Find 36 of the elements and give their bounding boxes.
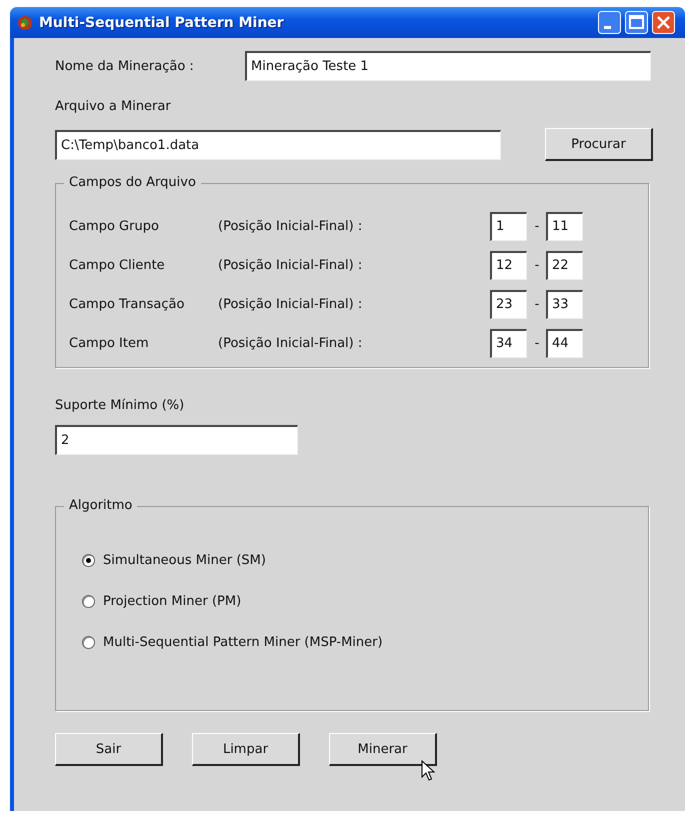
- field-name: Campo Grupo: [69, 219, 160, 234]
- range-separator: -: [534, 258, 540, 273]
- field-name: Campo Item: [69, 336, 150, 351]
- start-position-field[interactable]: 23: [490, 290, 527, 319]
- range-separator: -: [534, 219, 540, 234]
- position-label: (Posição Inicial-Final) :: [218, 219, 364, 234]
- radio-label[interactable]: Projection Miner (PM): [103, 594, 242, 609]
- radio-label[interactable]: Simultaneous Miner (SM): [103, 553, 266, 568]
- start-position-field[interactable]: 1: [490, 212, 527, 241]
- browse-button[interactable]: Procurar: [545, 128, 653, 161]
- start-position-field[interactable]: 34: [490, 329, 527, 358]
- group-title: Algoritmo: [64, 498, 138, 513]
- range-separator: -: [534, 297, 540, 312]
- support-label: Suporte Mínimo (%): [55, 398, 186, 413]
- name-field[interactable]: Mineração Teste 1: [245, 51, 651, 81]
- end-position-field[interactable]: 33: [546, 290, 583, 319]
- action-button[interactable]: Sair: [55, 733, 163, 766]
- radio-label[interactable]: Multi-Sequential Pattern Miner (MSP-Miner): [103, 635, 383, 650]
- end-position-field[interactable]: 11: [546, 212, 583, 241]
- support-field[interactable]: 2: [55, 425, 298, 455]
- group-title: Campos do Arquivo: [64, 175, 201, 190]
- window-title: Multi-Sequential Pattern Miner: [39, 14, 285, 30]
- end-position-field[interactable]: 22: [546, 251, 583, 280]
- range-separator: -: [534, 336, 540, 351]
- start-position-field[interactable]: 12: [490, 251, 527, 280]
- action-button[interactable]: Limpar: [192, 733, 300, 766]
- end-position-field[interactable]: 44: [546, 329, 583, 358]
- field-name: Campo Transação: [69, 297, 186, 312]
- position-label: (Posição Inicial-Final) :: [218, 258, 364, 273]
- action-button[interactable]: Minerar: [329, 733, 437, 766]
- name-label: Nome da Mineração :: [55, 58, 195, 74]
- file-label: Arquivo a Minerar: [55, 99, 172, 114]
- position-label: (Posição Inicial-Final) :: [218, 297, 364, 312]
- field-name: Campo Cliente: [69, 258, 166, 273]
- file-path-field[interactable]: C:\Temp\banco1.data: [55, 130, 501, 160]
- position-label: (Posição Inicial-Final) :: [218, 336, 364, 351]
